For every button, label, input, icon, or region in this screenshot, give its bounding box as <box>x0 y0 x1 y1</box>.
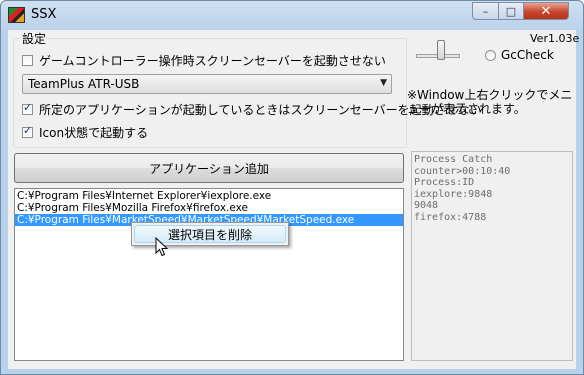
settings-group-label: 設定 <box>20 30 49 47</box>
device-select-value: TeamPlus ATR-USB <box>28 77 140 91</box>
chevron-down-icon[interactable]: ▼ <box>380 78 387 88</box>
add-application-button[interactable]: アプリケーション追加 <box>14 153 404 183</box>
application-list[interactable]: C:¥Program Files¥Internet Explorer¥iexpl… <box>14 188 404 361</box>
gamepad-checkbox[interactable] <box>22 55 33 66</box>
settings-group: 設定 ゲームコントローラー操作時スクリーンセーバーを起動させない TeamPlu… <box>13 30 482 148</box>
client-area: 設定 ゲームコントローラー操作時スクリーンセーバーを起動させない TeamPlu… <box>8 30 580 369</box>
process-info-panel: Process Catch counter>00:10:40 Process:I… <box>411 151 573 361</box>
app-running-checkbox[interactable] <box>22 101 33 115</box>
process-info-line: counter>00:10:40 <box>414 165 511 177</box>
slider-thumb[interactable] <box>437 40 445 60</box>
start-iconized-checkbox-row[interactable]: Icon状態で起動する <box>22 124 148 141</box>
process-info-line: firefox:4788 <box>414 211 487 223</box>
maximize-icon: □ <box>505 4 517 18</box>
delete-selected-menu-label: 選択項目を削除 <box>168 227 253 242</box>
close-button[interactable]: ✕ <box>523 2 569 20</box>
close-icon: ✕ <box>540 3 552 19</box>
usage-note: ※Window上右クリックでメニューが表示されます。 <box>407 88 573 116</box>
start-iconized-checkbox-label: Icon状態で起動する <box>39 126 149 140</box>
list-item[interactable]: C:¥Program Files¥Mozilla Firefox¥firefox… <box>15 202 403 214</box>
mouse-cursor-icon <box>155 237 169 257</box>
list-item[interactable]: C:¥Program Files¥Internet Explorer¥iexpl… <box>15 190 403 202</box>
process-info-line: Process:ID <box>414 177 475 188</box>
window-title: SSX <box>31 7 57 22</box>
app-icon[interactable] <box>8 7 25 23</box>
version-label: Ver1.03e <box>530 32 580 45</box>
gccheck-radio-row[interactable]: GcCheck <box>485 48 554 62</box>
process-info-line: Process Catch <box>414 154 493 165</box>
process-info-line: iexplore:9848 <box>414 188 493 200</box>
maximize-button[interactable]: □ <box>498 2 524 20</box>
process-info-line: 9048 <box>414 200 439 211</box>
start-iconized-checkbox[interactable] <box>22 124 33 138</box>
gccheck-label: GcCheck <box>501 48 554 62</box>
gccheck-radio[interactable] <box>485 49 496 61</box>
gamepad-checkbox-row[interactable]: ゲームコントローラー操作時スクリーンセーバーを起動させない <box>22 52 386 69</box>
device-select[interactable]: TeamPlus ATR-USB ▼ <box>22 74 392 94</box>
title-bar[interactable]: SSX – □ ✕ <box>1 1 583 29</box>
minimize-icon: – <box>482 4 489 18</box>
gamepad-checkbox-label: ゲームコントローラー操作時スクリーンセーバーを起動させない <box>39 54 386 68</box>
minimize-button[interactable]: – <box>472 2 499 20</box>
main-window: SSX – □ ✕ 設定 ゲームコントローラー操作時スクリーンセーバーを起動させ… <box>0 0 584 375</box>
add-application-button-label: アプリケーション追加 <box>149 161 269 176</box>
